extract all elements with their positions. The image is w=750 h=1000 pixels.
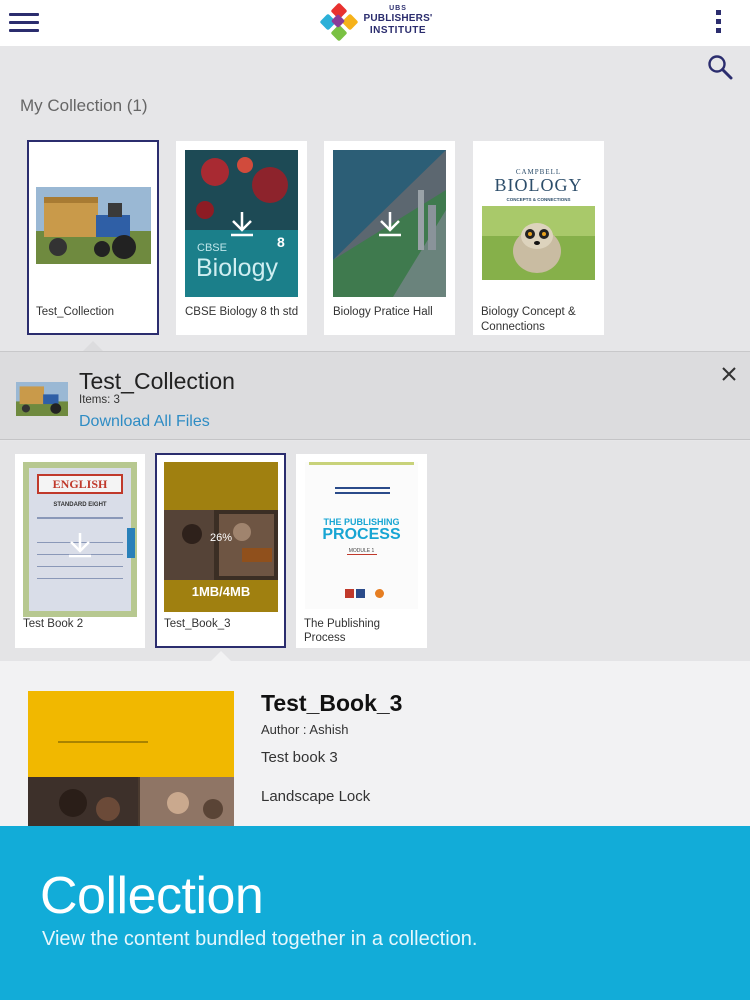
collection-card-test-collection[interactable]: Test_Collection bbox=[27, 140, 159, 335]
book-detail-lock: Landscape Lock bbox=[261, 788, 371, 805]
selection-pointer bbox=[83, 341, 103, 351]
book-detail-cover bbox=[28, 691, 234, 841]
cover-line-2: PROCESS bbox=[322, 526, 401, 543]
download-progress-percent: 26% bbox=[209, 532, 233, 544]
logo-ubs: UBS bbox=[389, 5, 407, 12]
collection-cover bbox=[36, 187, 151, 264]
english-book-cover: ENGLISH STANDARD EIGHT bbox=[23, 462, 137, 617]
book-card-label: Test_Book_3 bbox=[164, 618, 231, 630]
book-detail-panel: Test_Book_3 Author : Ashish Test book 3 … bbox=[0, 661, 750, 841]
banner-title: Collection bbox=[40, 867, 264, 925]
book-detail-description: Test book 3 bbox=[261, 749, 338, 766]
book-detail-author: Author : Ashish bbox=[261, 722, 349, 737]
download-size-text: 1MB/4MB bbox=[191, 584, 251, 599]
collection-items-count: Items: 3 bbox=[79, 394, 120, 406]
collection-card-label-line-2: Connections bbox=[481, 321, 545, 333]
publishing-process-cover: THE PUBLISHING PROCESS MODULE 1 bbox=[305, 462, 418, 609]
cover-title: BIOLOGY bbox=[494, 175, 583, 195]
download-icon[interactable] bbox=[375, 209, 405, 239]
collection-card-cbse-biology[interactable]: CBSE Biology 8 CBSE Biology 8 th std bbox=[176, 141, 307, 335]
campbell-biology-cover: CAMPBELL BIOLOGY CONCEPTS & CONNECTIONS bbox=[482, 166, 595, 280]
book-card-the-publishing-process[interactable]: THE PUBLISHING PROCESS MODULE 1 The Publ… bbox=[296, 454, 427, 648]
logo-line-2: INSTITUTE bbox=[369, 25, 427, 36]
publisher-logo: UBS PUBLISHERS' INSTITUTE bbox=[319, 2, 434, 43]
top-bar: UBS PUBLISHERS' INSTITUTE bbox=[0, 0, 750, 46]
section-title: My Collection (1) bbox=[20, 96, 148, 115]
logo-mark-icon bbox=[319, 2, 359, 42]
book-card-test-book-2[interactable]: ENGLISH STANDARD EIGHT Test Book 2 bbox=[15, 454, 145, 648]
cbse-biology-cover: CBSE Biology 8 bbox=[185, 150, 298, 297]
collection-card-label: CBSE Biology 8 th std bbox=[185, 306, 299, 318]
book-card-label: Test Book 2 bbox=[23, 618, 84, 630]
collection-card-label: Test_Collection bbox=[36, 306, 114, 318]
collection-card-biology-concept-connections[interactable]: CAMPBELL BIOLOGY CONCEPTS & CONNECTIONS … bbox=[473, 141, 604, 335]
cbse-cover-title: Biology bbox=[196, 254, 278, 282]
book-card-label-line-2: Process bbox=[304, 632, 346, 644]
book-card-test-book-3[interactable]: 26% 1MB/4MB Test_Book_3 bbox=[155, 453, 286, 648]
collection-card-label-line-1: Biology Concept & bbox=[481, 306, 576, 318]
cbse-cover-sub: CBSE bbox=[197, 242, 227, 254]
book-card-label-line-1: The Publishing bbox=[304, 618, 381, 630]
banner-subtitle: View the content bundled together in a c… bbox=[42, 928, 478, 950]
test-book-3-cover: 26% 1MB/4MB bbox=[164, 462, 278, 612]
search-icon[interactable] bbox=[707, 54, 733, 80]
collection-thumbnail bbox=[16, 382, 68, 416]
download-icon[interactable] bbox=[227, 209, 257, 239]
cover-title: ENGLISH bbox=[52, 477, 108, 491]
collection-title: Test_Collection bbox=[79, 368, 235, 394]
download-icon[interactable] bbox=[65, 530, 95, 560]
book-selection-pointer bbox=[211, 651, 231, 661]
collection-card-biology-pratice-hall[interactable]: Biology Pratice Hall bbox=[324, 141, 455, 335]
download-all-link[interactable]: Download All Files bbox=[79, 413, 210, 431]
feature-banner: Collection View the content bundled toge… bbox=[0, 826, 750, 1000]
close-icon[interactable] bbox=[720, 365, 738, 383]
menu-icon[interactable] bbox=[9, 13, 39, 33]
logo-line-1: PUBLISHERS' bbox=[363, 13, 433, 24]
cover-sub: STANDARD EIGHT bbox=[53, 502, 107, 508]
more-options-icon[interactable] bbox=[714, 10, 722, 36]
cbse-cover-badge: 8 bbox=[277, 234, 285, 250]
biology-pratice-hall-cover bbox=[333, 150, 446, 297]
cover-sub: CONCEPTS & CONNECTIONS bbox=[506, 197, 571, 202]
collection-detail-panel: Test_Collection Items: 3 Download All Fi… bbox=[0, 351, 750, 440]
collection-card-label: Biology Pratice Hall bbox=[333, 306, 433, 318]
book-detail-title: Test_Book_3 bbox=[261, 690, 403, 716]
